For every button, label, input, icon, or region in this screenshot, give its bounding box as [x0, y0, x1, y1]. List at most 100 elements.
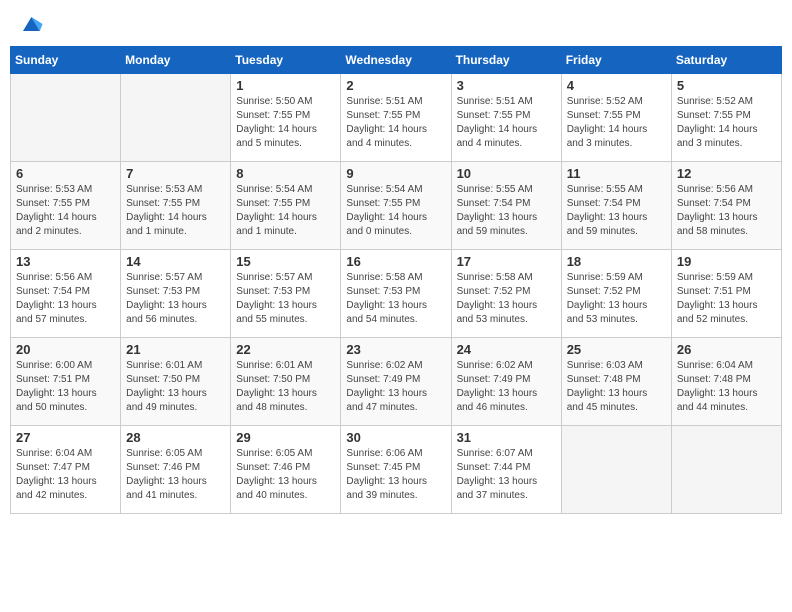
calendar-cell: 20 Sunrise: 6:00 AMSunset: 7:51 PMDaylig… [11, 338, 121, 426]
calendar-cell: 25 Sunrise: 6:03 AMSunset: 7:48 PMDaylig… [561, 338, 671, 426]
calendar-cell: 28 Sunrise: 6:05 AMSunset: 7:46 PMDaylig… [121, 426, 231, 514]
calendar-cell: 3 Sunrise: 5:51 AMSunset: 7:55 PMDayligh… [451, 74, 561, 162]
calendar-week-row: 27 Sunrise: 6:04 AMSunset: 7:47 PMDaylig… [11, 426, 782, 514]
calendar-cell: 22 Sunrise: 6:01 AMSunset: 7:50 PMDaylig… [231, 338, 341, 426]
calendar-cell: 23 Sunrise: 6:02 AMSunset: 7:49 PMDaylig… [341, 338, 451, 426]
day-number: 26 [677, 342, 776, 357]
day-number: 3 [457, 78, 556, 93]
logo [14, 10, 44, 38]
day-number: 17 [457, 254, 556, 269]
day-number: 4 [567, 78, 666, 93]
day-number: 6 [16, 166, 115, 181]
calendar-cell: 27 Sunrise: 6:04 AMSunset: 7:47 PMDaylig… [11, 426, 121, 514]
weekday-header: Wednesday [341, 47, 451, 74]
calendar-cell: 17 Sunrise: 5:58 AMSunset: 7:52 PMDaylig… [451, 250, 561, 338]
calendar-week-row: 20 Sunrise: 6:00 AMSunset: 7:51 PMDaylig… [11, 338, 782, 426]
day-number: 25 [567, 342, 666, 357]
day-detail: Sunrise: 5:55 AMSunset: 7:54 PMDaylight:… [457, 184, 538, 237]
weekday-header: Thursday [451, 47, 561, 74]
day-detail: Sunrise: 6:05 AMSunset: 7:46 PMDaylight:… [236, 448, 317, 501]
day-detail: Sunrise: 5:55 AMSunset: 7:54 PMDaylight:… [567, 184, 648, 237]
calendar-cell: 24 Sunrise: 6:02 AMSunset: 7:49 PMDaylig… [451, 338, 561, 426]
calendar-cell: 19 Sunrise: 5:59 AMSunset: 7:51 PMDaylig… [671, 250, 781, 338]
day-detail: Sunrise: 5:59 AMSunset: 7:52 PMDaylight:… [567, 272, 648, 325]
weekday-header: Monday [121, 47, 231, 74]
weekday-header: Friday [561, 47, 671, 74]
day-detail: Sunrise: 6:01 AMSunset: 7:50 PMDaylight:… [126, 360, 207, 413]
calendar-cell: 4 Sunrise: 5:52 AMSunset: 7:55 PMDayligh… [561, 74, 671, 162]
day-detail: Sunrise: 6:06 AMSunset: 7:45 PMDaylight:… [346, 448, 427, 501]
day-number: 19 [677, 254, 776, 269]
weekday-header: Tuesday [231, 47, 341, 74]
day-number: 22 [236, 342, 335, 357]
day-number: 15 [236, 254, 335, 269]
calendar-cell: 9 Sunrise: 5:54 AMSunset: 7:55 PMDayligh… [341, 162, 451, 250]
calendar-cell: 26 Sunrise: 6:04 AMSunset: 7:48 PMDaylig… [671, 338, 781, 426]
calendar-week-row: 1 Sunrise: 5:50 AMSunset: 7:55 PMDayligh… [11, 74, 782, 162]
day-detail: Sunrise: 5:51 AMSunset: 7:55 PMDaylight:… [457, 96, 538, 149]
day-number: 10 [457, 166, 556, 181]
calendar-cell [121, 74, 231, 162]
day-number: 7 [126, 166, 225, 181]
day-number: 5 [677, 78, 776, 93]
day-detail: Sunrise: 5:51 AMSunset: 7:55 PMDaylight:… [346, 96, 427, 149]
day-number: 27 [16, 430, 115, 445]
day-detail: Sunrise: 5:52 AMSunset: 7:55 PMDaylight:… [567, 96, 648, 149]
day-number: 31 [457, 430, 556, 445]
day-detail: Sunrise: 5:57 AMSunset: 7:53 PMDaylight:… [126, 272, 207, 325]
day-detail: Sunrise: 5:58 AMSunset: 7:52 PMDaylight:… [457, 272, 538, 325]
day-number: 1 [236, 78, 335, 93]
calendar-cell: 18 Sunrise: 5:59 AMSunset: 7:52 PMDaylig… [561, 250, 671, 338]
day-detail: Sunrise: 6:02 AMSunset: 7:49 PMDaylight:… [346, 360, 427, 413]
calendar-cell: 15 Sunrise: 5:57 AMSunset: 7:53 PMDaylig… [231, 250, 341, 338]
day-number: 18 [567, 254, 666, 269]
day-number: 8 [236, 166, 335, 181]
day-detail: Sunrise: 6:01 AMSunset: 7:50 PMDaylight:… [236, 360, 317, 413]
calendar-cell: 30 Sunrise: 6:06 AMSunset: 7:45 PMDaylig… [341, 426, 451, 514]
day-detail: Sunrise: 5:52 AMSunset: 7:55 PMDaylight:… [677, 96, 758, 149]
calendar-cell: 5 Sunrise: 5:52 AMSunset: 7:55 PMDayligh… [671, 74, 781, 162]
calendar-cell [671, 426, 781, 514]
day-detail: Sunrise: 5:59 AMSunset: 7:51 PMDaylight:… [677, 272, 758, 325]
day-number: 20 [16, 342, 115, 357]
calendar-cell [11, 74, 121, 162]
day-number: 21 [126, 342, 225, 357]
day-number: 23 [346, 342, 445, 357]
day-number: 9 [346, 166, 445, 181]
day-detail: Sunrise: 6:05 AMSunset: 7:46 PMDaylight:… [126, 448, 207, 501]
logo-icon [16, 10, 44, 38]
day-number: 16 [346, 254, 445, 269]
page-header [10, 10, 782, 38]
day-number: 14 [126, 254, 225, 269]
calendar-cell: 16 Sunrise: 5:58 AMSunset: 7:53 PMDaylig… [341, 250, 451, 338]
day-detail: Sunrise: 6:04 AMSunset: 7:48 PMDaylight:… [677, 360, 758, 413]
weekday-header: Saturday [671, 47, 781, 74]
day-detail: Sunrise: 5:58 AMSunset: 7:53 PMDaylight:… [346, 272, 427, 325]
day-number: 29 [236, 430, 335, 445]
day-detail: Sunrise: 5:54 AMSunset: 7:55 PMDaylight:… [236, 184, 317, 237]
calendar-cell: 2 Sunrise: 5:51 AMSunset: 7:55 PMDayligh… [341, 74, 451, 162]
day-detail: Sunrise: 6:03 AMSunset: 7:48 PMDaylight:… [567, 360, 648, 413]
calendar-cell: 7 Sunrise: 5:53 AMSunset: 7:55 PMDayligh… [121, 162, 231, 250]
day-detail: Sunrise: 5:50 AMSunset: 7:55 PMDaylight:… [236, 96, 317, 149]
calendar-cell: 8 Sunrise: 5:54 AMSunset: 7:55 PMDayligh… [231, 162, 341, 250]
calendar-cell: 11 Sunrise: 5:55 AMSunset: 7:54 PMDaylig… [561, 162, 671, 250]
calendar-cell: 1 Sunrise: 5:50 AMSunset: 7:55 PMDayligh… [231, 74, 341, 162]
day-detail: Sunrise: 6:02 AMSunset: 7:49 PMDaylight:… [457, 360, 538, 413]
weekday-header: Sunday [11, 47, 121, 74]
calendar-week-row: 13 Sunrise: 5:56 AMSunset: 7:54 PMDaylig… [11, 250, 782, 338]
day-detail: Sunrise: 5:57 AMSunset: 7:53 PMDaylight:… [236, 272, 317, 325]
day-number: 12 [677, 166, 776, 181]
calendar-cell: 29 Sunrise: 6:05 AMSunset: 7:46 PMDaylig… [231, 426, 341, 514]
day-detail: Sunrise: 5:53 AMSunset: 7:55 PMDaylight:… [126, 184, 207, 237]
day-detail: Sunrise: 6:07 AMSunset: 7:44 PMDaylight:… [457, 448, 538, 501]
day-number: 2 [346, 78, 445, 93]
day-number: 24 [457, 342, 556, 357]
calendar-table: SundayMondayTuesdayWednesdayThursdayFrid… [10, 46, 782, 514]
calendar-cell: 14 Sunrise: 5:57 AMSunset: 7:53 PMDaylig… [121, 250, 231, 338]
day-detail: Sunrise: 5:53 AMSunset: 7:55 PMDaylight:… [16, 184, 97, 237]
day-number: 30 [346, 430, 445, 445]
day-detail: Sunrise: 5:56 AMSunset: 7:54 PMDaylight:… [16, 272, 97, 325]
day-detail: Sunrise: 5:56 AMSunset: 7:54 PMDaylight:… [677, 184, 758, 237]
calendar-cell: 10 Sunrise: 5:55 AMSunset: 7:54 PMDaylig… [451, 162, 561, 250]
